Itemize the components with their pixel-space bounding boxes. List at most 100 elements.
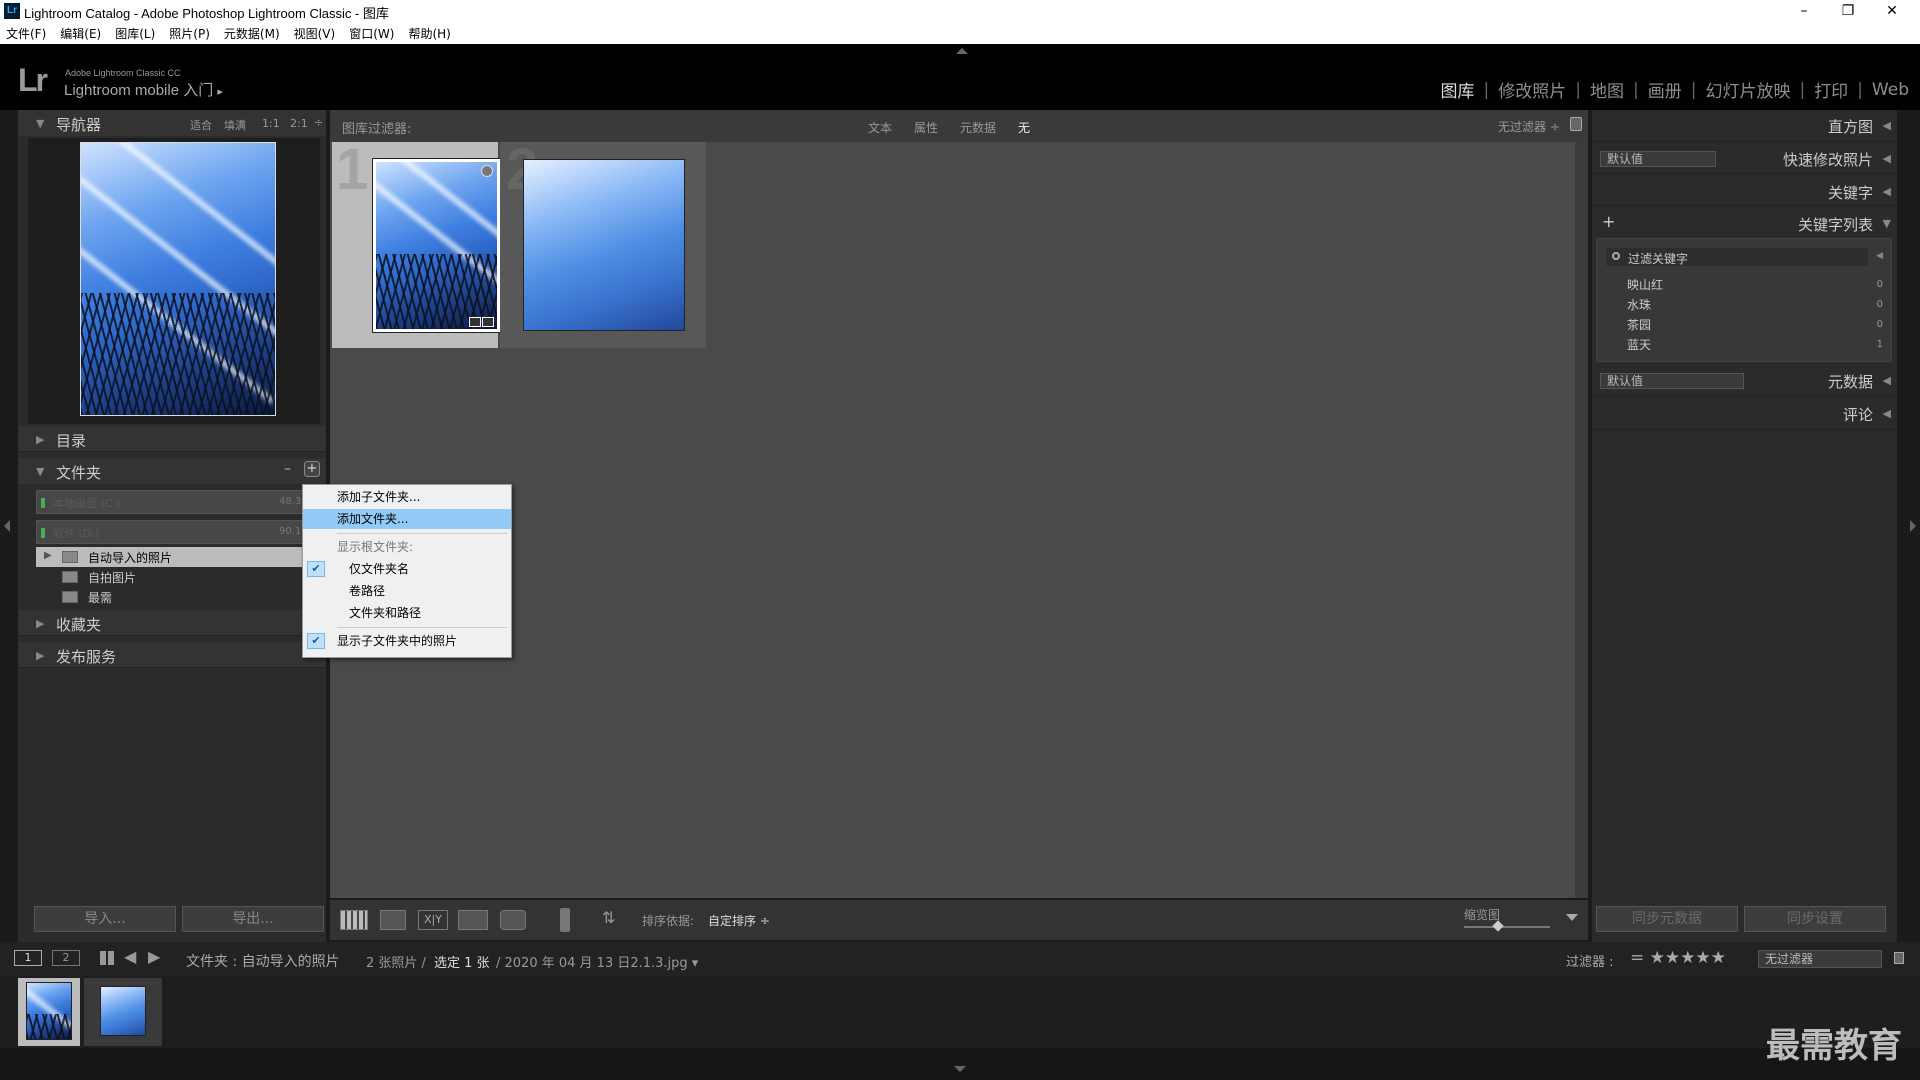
keyword-row[interactable]: 映山红 0 <box>1597 275 1891 295</box>
keyword-row[interactable]: 茶园 0 <box>1597 315 1891 335</box>
quick-develop-preset-dropdown[interactable]: 默认值 <box>1600 151 1716 167</box>
module-book[interactable]: 画册 <box>1645 77 1685 102</box>
add-folder-button[interactable]: + <box>304 461 320 477</box>
menu-file[interactable]: 文件(F) <box>6 25 46 42</box>
filter-lock-icon[interactable] <box>1894 952 1904 964</box>
navigator-header[interactable]: ▼ 导航器 适合 填满 1:1 2:1 ÷ <box>18 110 326 136</box>
metadata-header[interactable]: 默认值 元数据 ◀ <box>1592 366 1897 396</box>
module-web[interactable]: Web <box>1869 80 1912 100</box>
quick-collection-icon[interactable] <box>481 165 493 177</box>
collections-header[interactable]: ▶ 收藏夹 <box>18 610 326 636</box>
menu-add-folder[interactable]: 添加文件夹... <box>303 509 511 529</box>
menu-show-subfolder-photos[interactable]: ✔ 显示子文件夹中的照片 <box>303 631 511 651</box>
sync-metadata-button[interactable]: 同步元数据 <box>1596 906 1738 932</box>
filter-none-tab[interactable]: 无 <box>1018 119 1030 136</box>
volume-d[interactable]: 软件 (D:) 90.1 / <box>36 520 318 544</box>
remove-folder-button[interactable]: – <box>284 461 291 477</box>
zoom-2-1[interactable]: 2:1 <box>290 117 308 130</box>
navigator-preview[interactable] <box>28 138 320 424</box>
toolbar-menu-icon[interactable] <box>1566 914 1578 921</box>
close-button[interactable]: ✕ <box>1872 0 1912 22</box>
filter-keywords-input[interactable]: 过滤关键字 <box>1605 247 1869 267</box>
import-button[interactable]: 导入... <box>34 906 176 932</box>
lock-icon[interactable] <box>1570 117 1582 131</box>
grid-cell-selected[interactable]: 1 <box>332 137 501 348</box>
back-arrow-icon[interactable]: ◀ <box>124 947 136 966</box>
folders-header[interactable]: ▼ 文件夹 – + <box>18 458 326 484</box>
module-print[interactable]: 打印 <box>1811 77 1851 102</box>
maximize-button[interactable]: ❐ <box>1828 0 1868 22</box>
sort-dropdown[interactable]: 自定排序 ÷ <box>708 912 770 929</box>
collapse-left-icon[interactable] <box>4 520 10 532</box>
grid-icon[interactable] <box>100 951 114 965</box>
menu-folder-name-only[interactable]: ✔ 仅文件夹名 <box>303 559 511 579</box>
survey-view-icon[interactable] <box>458 910 488 930</box>
module-map[interactable]: 地图 <box>1587 77 1627 102</box>
keyword-row[interactable]: 水珠 0 <box>1597 295 1891 315</box>
minimize-button[interactable]: – <box>1784 0 1824 22</box>
module-develop[interactable]: 修改照片 <box>1495 77 1569 102</box>
menu-photo[interactable]: 照片(P) <box>169 25 210 42</box>
zoom-fill[interactable]: 填满 <box>224 117 246 133</box>
comments-header[interactable]: 评论 ◀ <box>1592 398 1897 430</box>
folder-row[interactable]: 最需 2 <box>36 587 319 607</box>
zoom-1-1[interactable]: 1:1 <box>262 117 280 130</box>
export-button[interactable]: 导出... <box>182 906 324 932</box>
primary-window-button[interactable]: 1 <box>14 950 42 966</box>
menu-add-subfolder[interactable]: 添加子文件夹... <box>303 487 511 507</box>
catalog-header[interactable]: ▶ 目录 <box>18 426 326 452</box>
collapse-top-icon[interactable] <box>956 48 968 54</box>
collapse-bottom-icon[interactable] <box>954 1066 966 1072</box>
keyword-list-header[interactable]: + 关键字列表 ▼ <box>1592 208 1897 238</box>
module-library[interactable]: 图库 <box>1438 77 1478 102</box>
filter-attribute-tab[interactable]: 属性 <box>914 119 938 136</box>
painter-spray-icon[interactable] <box>560 908 570 932</box>
zoom-fit[interactable]: 适合 <box>190 117 212 133</box>
menu-library[interactable]: 图库(L) <box>115 25 155 42</box>
secondary-window-button[interactable]: 2 <box>52 950 80 966</box>
grid-scrollbar[interactable] <box>1575 142 1588 898</box>
filter-metadata-tab[interactable]: 元数据 <box>960 119 996 136</box>
filmstrip-cell-selected[interactable] <box>18 978 80 1046</box>
grid-cell[interactable]: 2 <box>500 137 706 348</box>
source-path[interactable]: 文件夹 : 自动导入的照片 <box>186 951 340 971</box>
zoom-menu-icon[interactable]: ÷ <box>314 116 323 129</box>
clear-filter-icon[interactable]: ◀ <box>1876 251 1883 261</box>
metadata-badge-icon[interactable] <box>469 317 481 327</box>
menu-volume-path[interactable]: 卷路径 <box>303 581 511 601</box>
filter-text-tab[interactable]: 文本 <box>868 119 892 136</box>
menu-folder-and-path[interactable]: 文件夹和路径 <box>303 603 511 623</box>
selected-filename[interactable]: / 2020 年 04 月 13 日2.1.3.jpg ▾ <box>496 952 698 971</box>
menu-view[interactable]: 视图(V) <box>294 25 336 42</box>
histogram-header[interactable]: 直方图 ◀ <box>1592 110 1897 142</box>
grid-view-icon[interactable] <box>340 910 368 930</box>
menu-edit[interactable]: 编辑(E) <box>60 25 101 42</box>
quick-develop-header[interactable]: 默认值 快速修改照片 ◀ <box>1592 144 1897 174</box>
loupe-view-icon[interactable] <box>380 910 406 930</box>
add-keyword-button[interactable]: + <box>1602 212 1615 231</box>
keywording-header[interactable]: 关键字 ◀ <box>1592 176 1897 206</box>
module-slideshow[interactable]: 幻灯片放映 <box>1702 77 1793 102</box>
volume-c[interactable]: 本地磁盘 (C:) 48.3 / <box>36 490 318 514</box>
folder-row[interactable]: 自拍图片 <box>36 567 318 587</box>
sort-direction-icon[interactable]: ⇅ <box>602 908 615 927</box>
forward-arrow-icon[interactable]: ▶ <box>148 947 160 966</box>
sync-settings-button[interactable]: 同步设置 <box>1744 906 1886 932</box>
folder-row-selected[interactable]: ▶ 自动导入的照片 <box>36 547 318 567</box>
menu-help[interactable]: 帮助(H) <box>408 25 450 42</box>
thumbnail-size-slider[interactable] <box>1464 926 1550 928</box>
publish-services-header[interactable]: ▶ 发布服务 <box>18 642 326 668</box>
collapse-right-icon[interactable] <box>1910 520 1916 532</box>
expand-triangle-icon[interactable]: ▶ <box>44 550 52 561</box>
people-view-icon[interactable] <box>500 910 526 930</box>
rating-filter-stars[interactable]: = ★★★★★ <box>1630 948 1726 968</box>
compare-view-icon[interactable]: X|Y <box>418 910 448 930</box>
filmstrip-cell[interactable] <box>84 978 162 1046</box>
mobile-link[interactable]: Lightroom mobile 入门 ▸ <box>64 79 223 100</box>
keyword-row[interactable]: 蓝天 1 <box>1597 335 1891 355</box>
menu-metadata[interactable]: 元数据(M) <box>224 25 280 42</box>
edit-badge-icon[interactable] <box>482 317 494 327</box>
filter-preset-dropdown[interactable]: 无过滤器 ÷ <box>1498 118 1560 135</box>
metadata-preset-dropdown[interactable]: 默认值 <box>1600 373 1744 389</box>
menu-window[interactable]: 窗口(W) <box>349 25 394 42</box>
